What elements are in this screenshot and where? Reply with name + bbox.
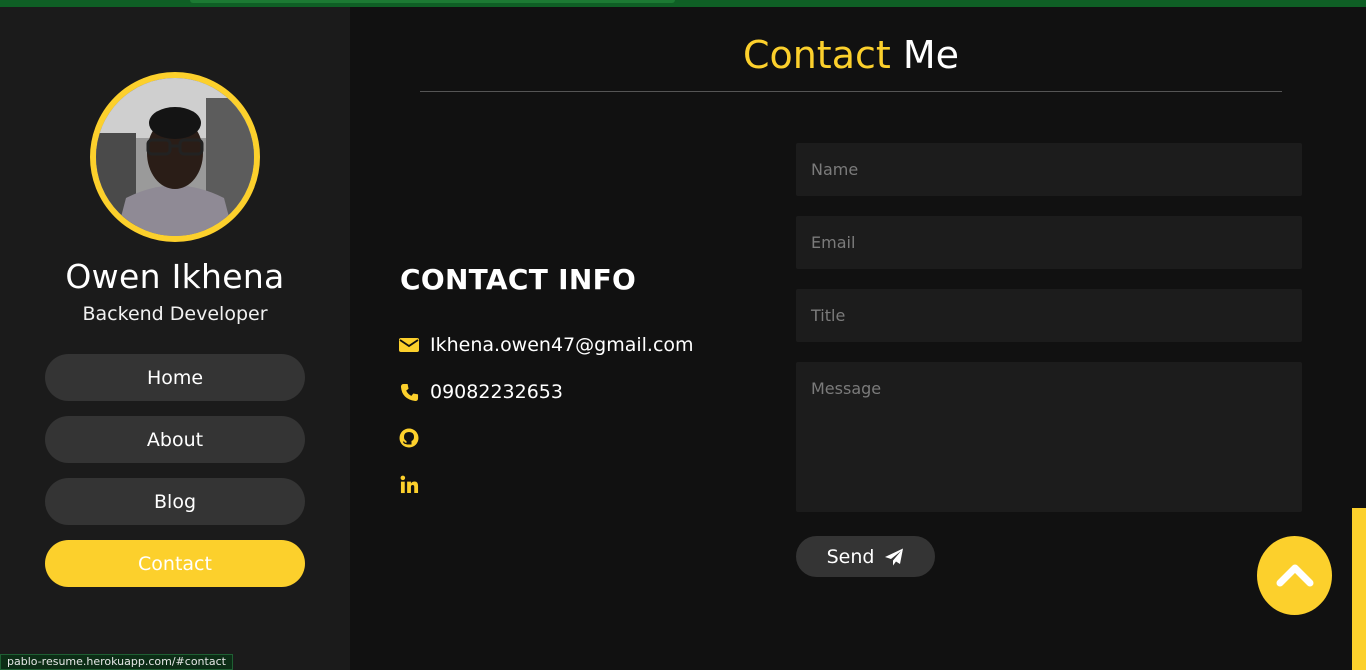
contact-info-heading: CONTACT INFO [400, 263, 637, 296]
send-button-label: Send [826, 545, 875, 568]
paper-plane-icon [884, 548, 904, 566]
linkedin-icon [398, 473, 420, 495]
contact-email-row[interactable]: Ikhena.owen47@gmail.com [398, 334, 694, 356]
chevron-up-icon [1276, 561, 1314, 591]
github-icon [398, 427, 420, 449]
github-link[interactable] [398, 427, 430, 449]
nav-about-button[interactable]: About [45, 416, 305, 463]
nav-home-button[interactable]: Home [45, 354, 305, 401]
envelope-icon [398, 334, 420, 356]
back-to-top-button[interactable] [1257, 536, 1332, 615]
email-input[interactable]: Email [796, 216, 1302, 269]
linkedin-link[interactable] [398, 473, 430, 495]
title-divider [420, 91, 1282, 92]
section-title-accent: Contact [742, 33, 891, 77]
browser-top-strip [0, 0, 1366, 7]
scrollbar-thumb[interactable] [1352, 508, 1366, 670]
contact-email[interactable]: Ikhena.owen47@gmail.com [430, 334, 694, 356]
avatar [90, 72, 260, 242]
message-textarea[interactable]: Message [796, 362, 1302, 512]
status-bar-url: pablo-resume.herokuapp.com/#contact [0, 654, 233, 670]
name-input[interactable]: Name [796, 143, 1302, 196]
phone-icon [398, 381, 420, 403]
contact-phone-row[interactable]: 09082232653 [398, 381, 563, 403]
contact-phone[interactable]: 09082232653 [430, 381, 563, 403]
nav-contact-button[interactable]: Contact [45, 540, 305, 587]
profile-role: Backend Developer [82, 303, 268, 325]
section-title-rest: Me [902, 33, 960, 77]
avatar-photo [96, 78, 254, 236]
browser-tab-indicator [190, 0, 675, 3]
nav-blog-button[interactable]: Blog [45, 478, 305, 525]
sidebar: Owen Ikhena Backend Developer Home About… [0, 7, 350, 670]
section-title: Contact Me [350, 33, 1352, 77]
send-button[interactable]: Send [796, 536, 935, 577]
title-input[interactable]: Title [796, 289, 1302, 342]
profile-name: Owen Ikhena [65, 257, 285, 296]
contact-section: Contact Me CONTACT INFO Ikhena.owen47@gm… [350, 7, 1352, 670]
